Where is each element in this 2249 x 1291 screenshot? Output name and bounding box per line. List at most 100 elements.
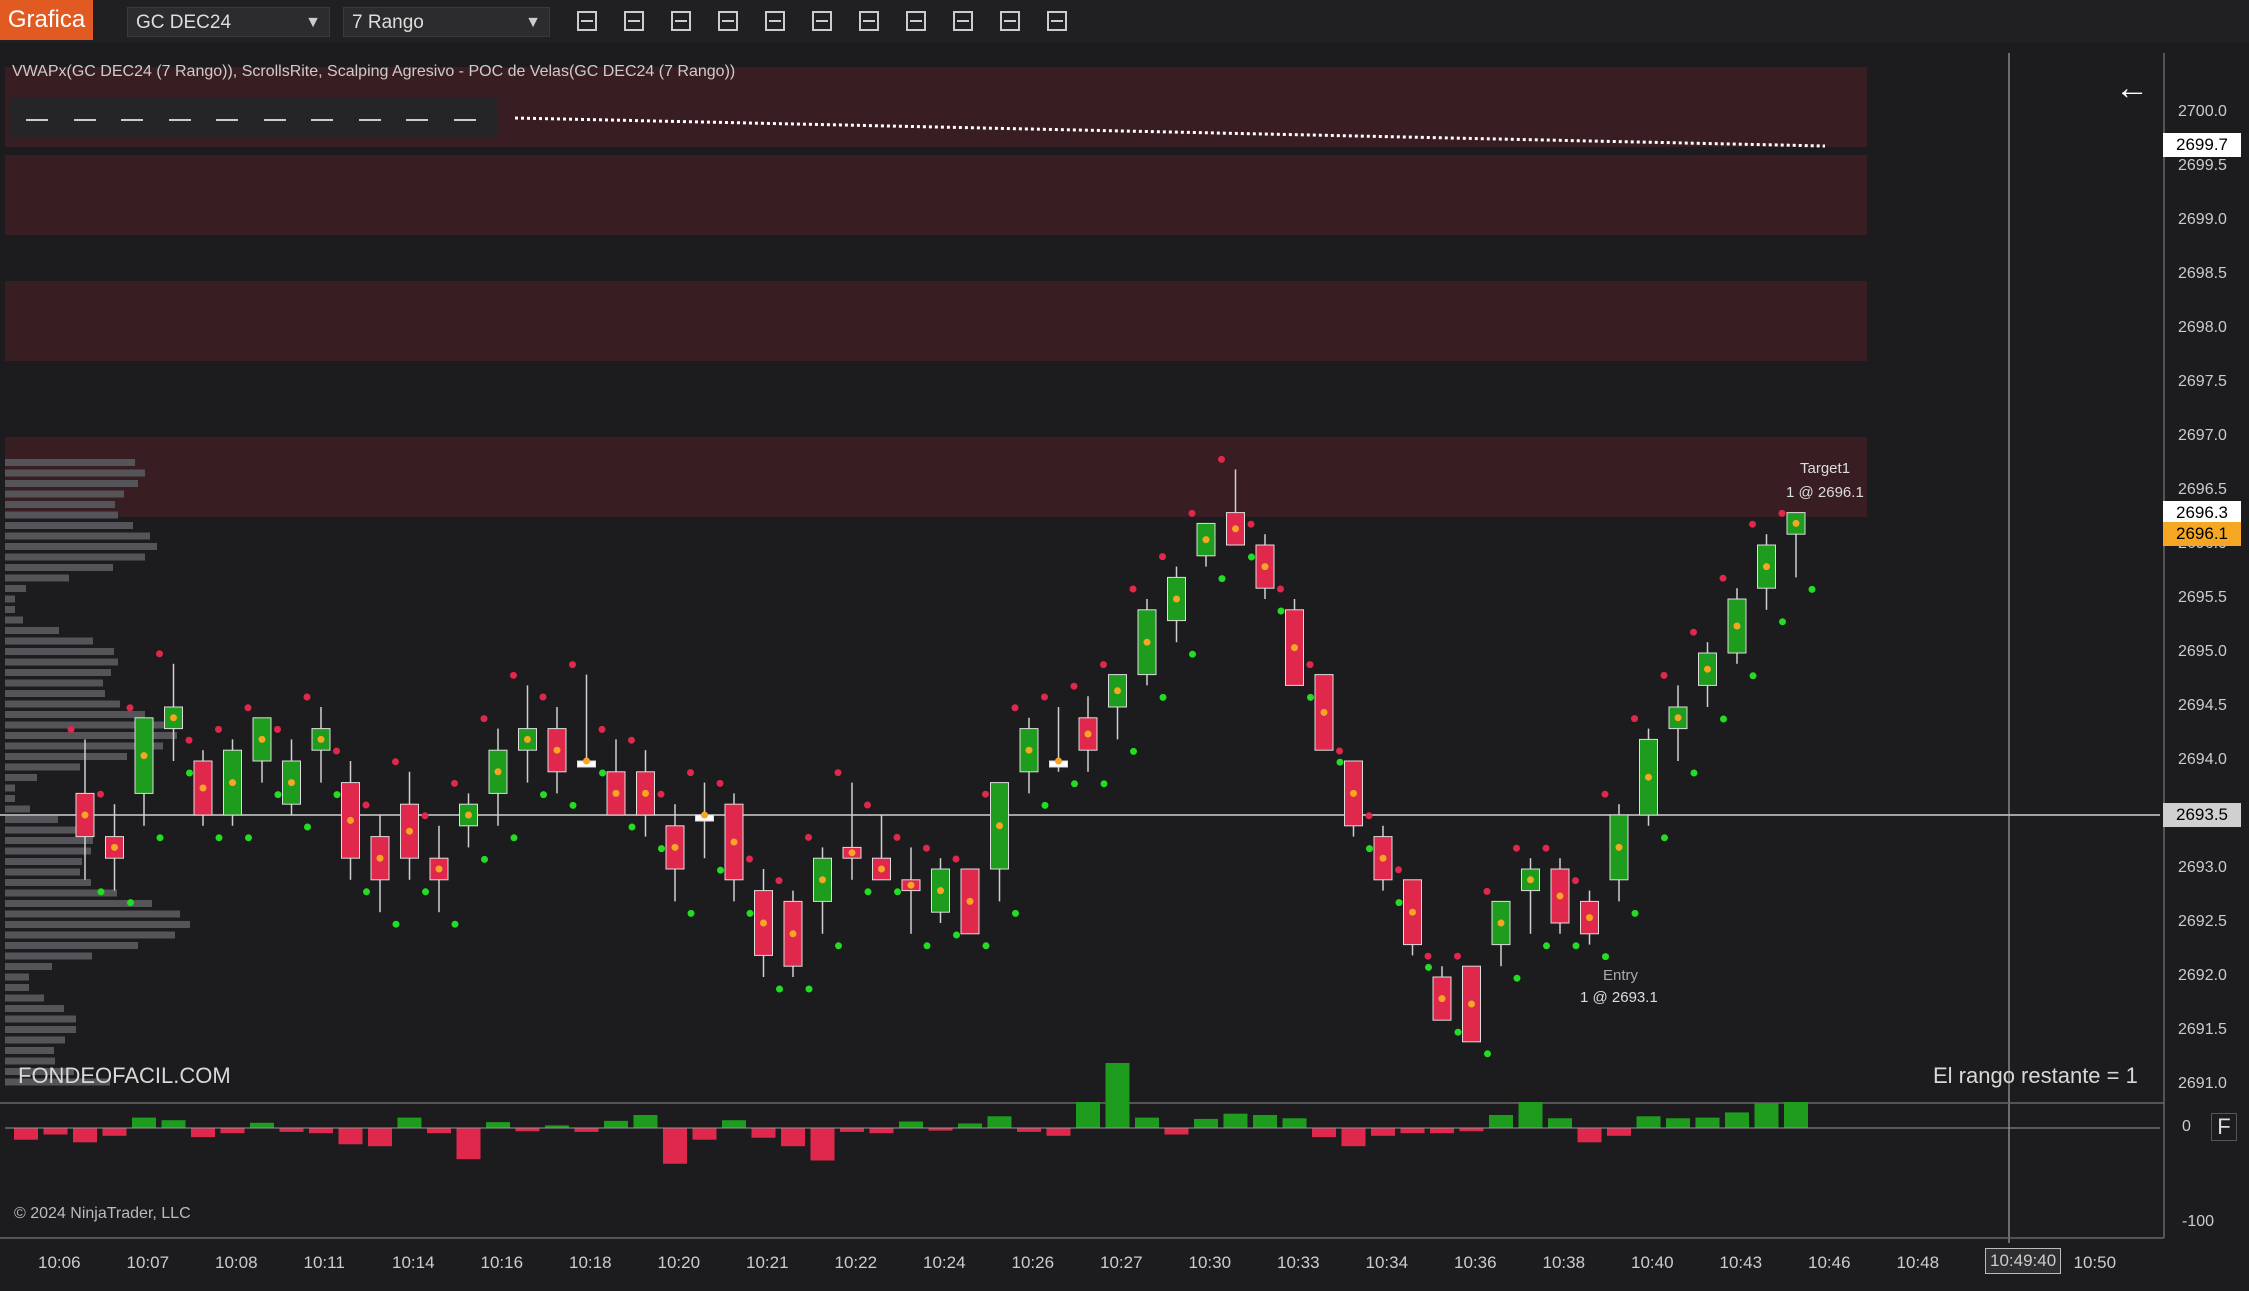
strategy-icon[interactable] xyxy=(901,6,931,36)
volume-profile-bar xyxy=(5,826,82,834)
bar-type-icon[interactable] xyxy=(572,6,602,36)
crosshair-icon[interactable] xyxy=(760,6,790,36)
signal-dot xyxy=(775,877,783,885)
candle-poc xyxy=(583,757,590,765)
horizontal-line-icon[interactable] xyxy=(22,105,52,135)
signal-dot xyxy=(362,801,370,809)
sub-tick: 0 xyxy=(2182,1118,2191,1135)
signal-dot xyxy=(1041,693,1048,701)
volume-profile-bar xyxy=(5,1026,76,1033)
signal-dot xyxy=(658,845,665,853)
candle-poc xyxy=(1350,789,1357,797)
target-detail: 1 @ 2696.1 xyxy=(1786,484,1864,501)
histogram-bar xyxy=(368,1128,392,1147)
signal-dot xyxy=(569,801,577,809)
price-tick: 2697.5 xyxy=(2178,373,2227,390)
signal-dot xyxy=(1778,509,1786,517)
candle-poc xyxy=(288,779,295,787)
candle-poc xyxy=(465,811,472,819)
signal-dot xyxy=(716,779,724,787)
time-tick: 10:38 xyxy=(1542,1253,1586,1272)
signal-dot xyxy=(215,725,222,733)
signal-dot xyxy=(67,725,75,733)
histogram-bar xyxy=(1430,1128,1454,1134)
candle-poc xyxy=(1173,595,1180,603)
histogram-bar xyxy=(1341,1128,1366,1147)
histogram-bar xyxy=(1607,1128,1631,1136)
histogram-bar xyxy=(1282,1118,1307,1128)
signal-dot xyxy=(1749,520,1756,528)
zoom-out-icon[interactable] xyxy=(713,6,743,36)
arrow-line-icon[interactable] xyxy=(450,105,480,135)
candle-poc xyxy=(1527,876,1534,884)
line-icon[interactable] xyxy=(117,105,147,135)
volume-profile-bar xyxy=(5,658,118,666)
volume-profile-bar xyxy=(5,637,93,645)
rectangle-icon[interactable] xyxy=(402,105,432,135)
price-tick: 2694.5 xyxy=(2178,697,2227,714)
chart-tab[interactable]: Grafica xyxy=(0,0,93,40)
histogram-bar xyxy=(73,1128,97,1143)
volume-profile-bar xyxy=(5,469,145,477)
histogram-bar xyxy=(1223,1113,1248,1128)
histogram-bar xyxy=(338,1128,363,1145)
fix-button[interactable]: F xyxy=(2211,1113,2237,1141)
candle-poc xyxy=(435,865,443,873)
time-tick: 10:48 xyxy=(1896,1253,1940,1272)
volume-profile-bar xyxy=(5,511,118,519)
price-tick: 2692.5 xyxy=(2178,913,2227,930)
fib-time-icon[interactable] xyxy=(307,105,337,135)
time-tick: 10:11 xyxy=(303,1253,345,1272)
period-selector[interactable]: 7 Rango ▼ xyxy=(343,7,550,37)
histogram-bar xyxy=(633,1115,658,1128)
signal-dot xyxy=(1130,747,1137,755)
time-tick: 10:16 xyxy=(480,1253,524,1272)
volume-profile-bar xyxy=(5,763,80,771)
time-tick: 10:14 xyxy=(392,1253,435,1272)
signal-dot xyxy=(303,693,311,701)
vertical-line-icon[interactable] xyxy=(212,105,242,135)
chart-area[interactable]: VWAPx(GC DEC24 (7 Rango)), ScrollsRite, … xyxy=(0,43,2249,1291)
candle-poc xyxy=(996,822,1003,830)
signal-dot xyxy=(1661,834,1668,842)
data-box-icon[interactable] xyxy=(807,6,837,36)
calculator-icon[interactable] xyxy=(995,6,1025,36)
histogram-bar xyxy=(1784,1102,1808,1128)
candle-poc xyxy=(1055,757,1062,765)
volume-profile-bar xyxy=(5,1005,64,1012)
volume-profile-bar xyxy=(5,627,59,634)
ray-icon[interactable] xyxy=(70,105,100,135)
fib-retracement-icon[interactable] xyxy=(260,105,290,135)
back-arrow-icon[interactable]: ← xyxy=(2115,69,2149,108)
extended-line-icon[interactable] xyxy=(165,105,195,135)
signal-dot xyxy=(952,855,960,863)
drawing-tool-icon[interactable] xyxy=(948,6,978,36)
signal-dot xyxy=(127,899,134,907)
histogram-bar xyxy=(102,1128,127,1136)
signal-dot xyxy=(1365,812,1373,820)
candle-poc xyxy=(937,887,944,895)
signal-dot xyxy=(1070,682,1078,690)
signal-dot xyxy=(864,888,872,896)
price-marker: 2696.3 xyxy=(2163,500,2241,525)
candle-poc xyxy=(1645,773,1652,781)
zoom-in-icon[interactable] xyxy=(666,6,696,36)
signal-dot xyxy=(185,736,193,744)
target-label: Target1 xyxy=(1800,460,1851,477)
histogram-bar xyxy=(14,1128,38,1140)
price-tick: 2699.5 xyxy=(2178,157,2227,174)
signal-dot xyxy=(1513,844,1520,852)
properties-icon[interactable] xyxy=(854,6,884,36)
histogram-bar xyxy=(191,1128,215,1138)
chevron-down-icon: ▼ xyxy=(305,14,321,31)
signal-dot xyxy=(1336,758,1344,766)
list-icon[interactable] xyxy=(1042,6,1072,36)
candle-poc xyxy=(819,876,826,884)
signal-dot xyxy=(1218,575,1226,583)
pencil-icon[interactable] xyxy=(619,6,649,36)
instrument-selector[interactable]: GC DEC24 ▼ xyxy=(127,7,330,37)
histogram-bar xyxy=(1489,1115,1513,1128)
signal-dot xyxy=(392,758,399,766)
ellipse-icon[interactable] xyxy=(355,105,385,135)
histogram-bar xyxy=(1076,1102,1100,1128)
